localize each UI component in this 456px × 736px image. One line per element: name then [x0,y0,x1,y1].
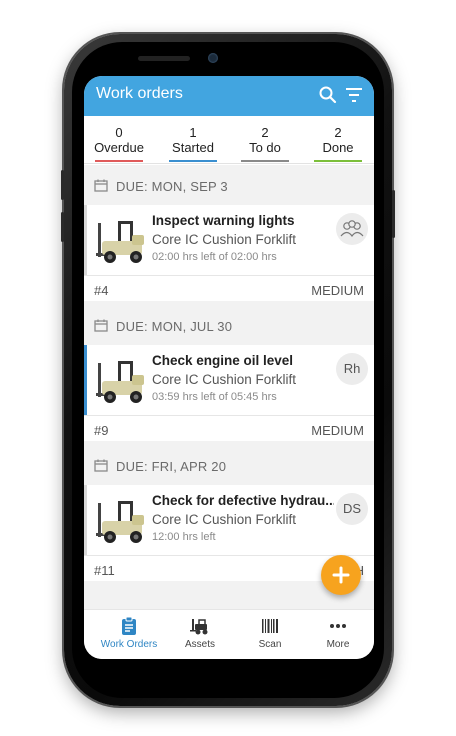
volume-button [61,212,64,242]
work-order-title: Inspect warning lights [152,213,295,228]
tab-count: 2 [261,125,269,140]
forklift-thumbnail [96,361,144,403]
assignee-avatar: DS [336,493,368,525]
app-screen: Work orders 0 Overdue 1 Started 2 To do [84,76,374,659]
barcode-icon [262,619,278,633]
tab-count: 1 [189,125,197,140]
team-icon [340,220,364,238]
due-date-label: DUE: FRI, APR 20 [116,459,227,474]
priority-label: MEDIUM [311,423,364,438]
work-order-number: #4 [94,283,109,298]
tab-underline [95,160,143,162]
tab-label: Overdue [94,140,144,155]
tab-label: Started [172,140,214,155]
tab-started[interactable]: 1 Started [165,126,221,162]
card-accent [84,485,87,555]
forklift-thumbnail [96,221,144,263]
front-camera [208,53,218,63]
page-title: Work orders [96,85,183,102]
due-date-label: DUE: MON, SEP 3 [116,179,228,194]
time-remaining: 12:00 hrs left [152,531,216,543]
add-work-order-button[interactable] [321,555,361,595]
nav-label: Assets [184,639,215,650]
due-date-header: DUE: MON, JUL 30 [84,305,374,345]
tab-done[interactable]: 2 Done [310,126,366,162]
work-order-card[interactable]: Check engine oil level Core IC Cushion F… [84,345,374,441]
work-order-card[interactable]: Inspect warning lights Core IC Cushion F… [84,205,374,301]
work-order-title: Check for defective hydrau... [152,493,334,508]
tab-to-do[interactable]: 2 To do [237,126,293,162]
forklift-thumbnail [96,501,144,543]
work-order-list[interactable]: DUE: MON, SEP 3 Inspect warning lights C… [84,165,374,609]
tab-count: 0 [115,125,123,140]
tab-underline [169,160,217,162]
asset-name: Core IC Cushion Forklift [152,232,297,247]
status-tabs: 0 Overdue 1 Started 2 To do 2 Done [84,116,374,164]
due-date-header: DUE: FRI, APR 20 [84,445,374,485]
asset-name: Core IC Cushion Forklift [152,512,297,527]
nav-more[interactable]: More [308,616,368,656]
assignee-avatar [336,213,368,245]
calendar-icon [94,179,108,192]
work-order-number: #11 [94,563,115,578]
card-divider [84,275,374,276]
card-divider [84,555,374,556]
time-remaining: 02:00 hrs left of 02:00 hrs [152,251,277,263]
card-accent [84,205,87,275]
forklift-icon [190,619,208,635]
priority-label: MEDIUM [311,283,364,298]
calendar-icon [94,319,108,332]
search-icon[interactable] [318,85,338,105]
tab-label: To do [249,140,281,155]
tab-label: Done [322,140,354,155]
nav-assets[interactable]: Assets [170,616,230,656]
bottom-navigation: Work Orders Assets Scan More [84,609,374,659]
tab-underline [314,160,362,162]
nav-scan[interactable]: Scan [240,616,300,656]
earpiece-speaker [138,56,190,61]
nav-work-orders[interactable]: Work Orders [99,616,159,656]
due-date-label: DUE: MON, JUL 30 [116,319,233,334]
time-remaining: 03:59 hrs left of 05:45 hrs [152,391,277,403]
more-icon [330,624,346,628]
asset-name: Core IC Cushion Forklift [152,372,297,387]
volume-button [61,170,64,200]
nav-label: Scan [258,639,282,650]
card-accent [84,345,87,415]
filter-icon[interactable] [344,85,364,105]
app-bar: Work orders [84,76,374,116]
work-order-title: Check engine oil level [152,353,294,368]
tab-count: 2 [334,125,342,140]
clipboard-icon [122,616,136,635]
power-button [392,190,395,238]
due-date-header: DUE: MON, SEP 3 [84,165,374,205]
nav-label: More [326,639,350,650]
nav-label: Work Orders [100,639,158,650]
work-order-number: #9 [94,423,109,438]
assignee-avatar: Rh [336,353,368,385]
calendar-icon [94,459,108,472]
tab-overdue[interactable]: 0 Overdue [91,126,147,162]
card-divider [84,415,374,416]
tab-underline [241,160,289,162]
plus-icon [332,566,350,584]
